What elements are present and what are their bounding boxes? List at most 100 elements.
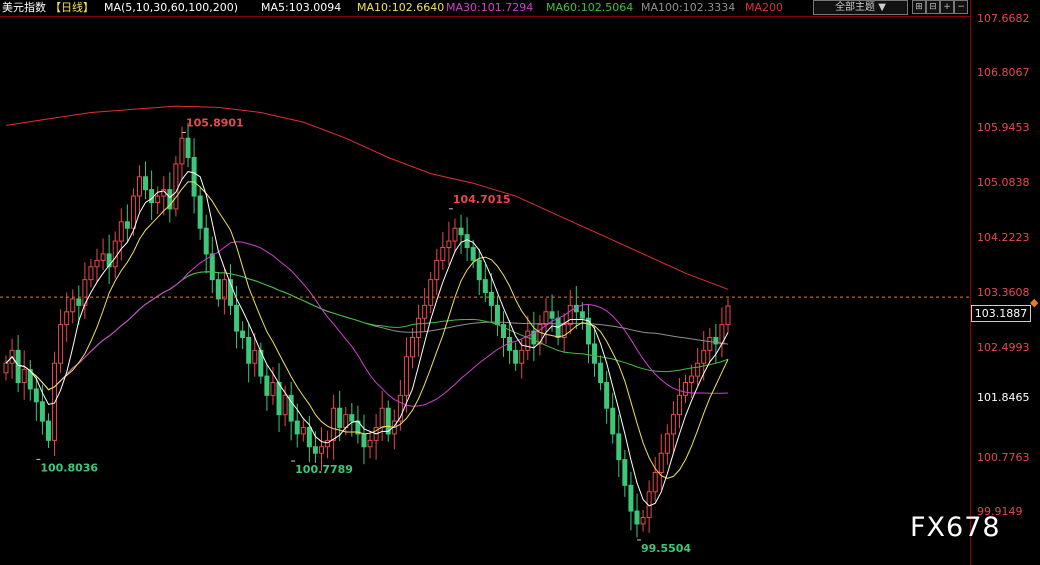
candle bbox=[385, 400, 391, 442]
ma100-line bbox=[5, 271, 729, 391]
price-marker-icon: ◆ bbox=[1030, 296, 1039, 309]
candle bbox=[136, 165, 142, 212]
candle bbox=[494, 295, 500, 337]
candle-body bbox=[543, 311, 549, 326]
candle bbox=[64, 292, 70, 342]
candle bbox=[598, 355, 604, 391]
candle-body bbox=[476, 259, 482, 281]
candle bbox=[349, 403, 355, 437]
price-axis[interactable] bbox=[970, 0, 1040, 565]
candle bbox=[428, 271, 434, 314]
candle-body bbox=[197, 195, 203, 229]
candle-body bbox=[670, 414, 676, 435]
candle-body bbox=[240, 330, 246, 339]
crosshair-icon[interactable]: ⊞ bbox=[912, 0, 926, 14]
candle bbox=[58, 309, 64, 373]
candle bbox=[355, 405, 361, 444]
candle-body bbox=[434, 259, 440, 281]
candle-body bbox=[70, 298, 76, 313]
candle bbox=[221, 268, 227, 315]
candle-body bbox=[124, 221, 130, 229]
candle bbox=[300, 419, 306, 442]
ma200-value: MA200 bbox=[745, 1, 784, 14]
ma5-value: MA5:103.0094 bbox=[261, 1, 342, 14]
candle bbox=[331, 394, 337, 460]
candle-body bbox=[616, 433, 622, 461]
zoom-out-icon[interactable]: − bbox=[954, 0, 968, 14]
candle-body bbox=[707, 337, 713, 351]
candle-body bbox=[246, 337, 252, 364]
candle-body bbox=[221, 279, 227, 300]
candle bbox=[21, 350, 27, 400]
period-label[interactable]: 【日线】 bbox=[50, 0, 94, 16]
axis-tick: 107.6682 bbox=[977, 12, 1030, 25]
ma60-line bbox=[5, 271, 729, 391]
candle-body bbox=[622, 459, 628, 486]
candle bbox=[634, 493, 640, 538]
candle bbox=[240, 321, 246, 350]
candle bbox=[482, 264, 488, 303]
candle bbox=[106, 234, 112, 285]
candle bbox=[622, 450, 628, 497]
header-divider bbox=[0, 16, 970, 17]
candle-body bbox=[331, 407, 337, 441]
candle-body bbox=[33, 388, 39, 403]
candle-body bbox=[100, 253, 106, 261]
candle-body bbox=[676, 394, 682, 416]
candle bbox=[440, 232, 446, 270]
candle bbox=[94, 248, 100, 283]
price-annotations: 105.8901 104.7015 100.8036 100.7789 99.5504 bbox=[36, 116, 691, 555]
candle-body bbox=[45, 420, 51, 441]
axis-tick: 101.8465 bbox=[977, 391, 1030, 404]
candle bbox=[367, 430, 373, 459]
axis-tick: 103.3608 bbox=[977, 286, 1030, 299]
candle-body bbox=[203, 227, 209, 255]
candle-body bbox=[185, 137, 191, 158]
candle bbox=[579, 302, 585, 330]
theme-select[interactable]: 全部主题 ▼ bbox=[813, 0, 908, 15]
candle bbox=[343, 406, 349, 436]
ma-params[interactable]: MA(5,10,30,60,100,200) bbox=[104, 0, 238, 16]
candle-body bbox=[155, 195, 161, 203]
candle bbox=[670, 401, 676, 454]
candle-body bbox=[58, 324, 64, 364]
candle-body bbox=[64, 311, 70, 326]
candle-body bbox=[610, 407, 616, 435]
grid-icon[interactable]: ⊟ bbox=[926, 0, 940, 14]
candlestick-chart[interactable]: 105.8901 104.7015 100.8036 100.7789 99.5504 bbox=[0, 0, 970, 565]
high-annotation: 105.8901 bbox=[186, 116, 244, 129]
candle bbox=[707, 327, 713, 362]
candle bbox=[155, 186, 161, 215]
candle bbox=[434, 248, 440, 296]
candle-body bbox=[361, 433, 367, 448]
candle-body bbox=[179, 137, 185, 165]
candle bbox=[82, 262, 88, 319]
candle bbox=[464, 217, 470, 261]
candle-body bbox=[94, 259, 100, 268]
candle bbox=[203, 214, 209, 274]
candle-body bbox=[209, 253, 215, 281]
candle-body bbox=[579, 311, 585, 319]
candle-body bbox=[525, 330, 531, 351]
candle bbox=[100, 238, 106, 270]
current-price-tag: 103.1887 bbox=[971, 305, 1031, 322]
candle bbox=[246, 324, 252, 383]
candle bbox=[70, 289, 76, 324]
candle bbox=[373, 414, 379, 460]
axis-tick: 105.9453 bbox=[977, 121, 1030, 134]
candle bbox=[646, 480, 652, 533]
zoom-in-icon[interactable]: + bbox=[940, 0, 954, 14]
candle-body bbox=[15, 349, 21, 384]
candle bbox=[616, 414, 622, 477]
candle-body bbox=[513, 349, 519, 364]
candle bbox=[610, 392, 616, 444]
candle-body bbox=[234, 304, 240, 332]
candle bbox=[209, 236, 215, 294]
candle bbox=[124, 204, 130, 242]
instrument-name: 美元指数 bbox=[2, 1, 46, 14]
candle-body bbox=[428, 279, 434, 306]
candle bbox=[191, 138, 197, 214]
candle-body bbox=[252, 349, 258, 364]
candle-body bbox=[88, 266, 94, 281]
candle bbox=[446, 221, 452, 265]
